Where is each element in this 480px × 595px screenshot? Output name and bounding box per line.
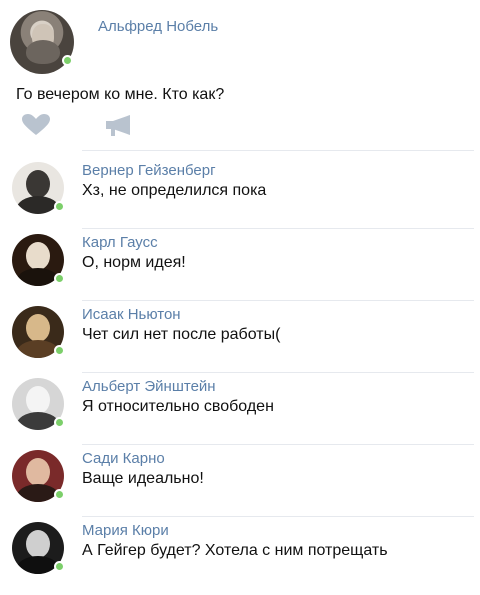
comment-item: Альберт Эйнштейн Я относительно свободен [0,372,480,445]
divider [82,150,474,151]
comment-item: Исаак Ньютон Чет сил нет после работы( [0,300,480,373]
comment-text: Хз, не определился пока [82,182,267,199]
comment-item: Мария Кюри А Гейгер будет? Хотела с ним … [0,516,480,588]
comment-text: О, норм идея! [82,254,186,271]
online-indicator [54,201,65,212]
post-text: Го вечером ко мне. Кто как? [16,86,225,103]
post: Альфред Нобель Го вечером ко мне. Кто ка… [0,0,480,151]
comment-text: А Гейгер будет? Хотела с ним потрещать [82,542,388,559]
post-author-name[interactable]: Альфред Нобель [98,18,218,35]
comment-item: Вернер Гейзенберг Хз, не определился пок… [0,156,480,229]
comment-item: Карл Гаусс О, норм идея! [0,228,480,301]
comment-author-name[interactable]: Вернер Гейзенберг [82,162,216,179]
comment-author-name[interactable]: Мария Кюри [82,522,169,539]
comment-author-name[interactable]: Исаак Ньютон [82,306,181,323]
comment-text: Ваще идеально! [82,470,204,487]
online-indicator [54,561,65,572]
comment-text: Чет сил нет после работы( [82,326,281,343]
online-indicator [54,273,65,284]
heart-icon[interactable] [22,114,50,141]
online-indicator [62,55,73,66]
comment-item: Сади Карно Ваще идеально! [0,444,480,517]
online-indicator [54,417,65,428]
comment-author-name[interactable]: Сади Карно [82,450,165,467]
megaphone-icon[interactable] [106,114,134,141]
comment-author-name[interactable]: Карл Гаусс [82,234,158,251]
comment-author-name[interactable]: Альберт Эйнштейн [82,378,216,395]
online-indicator [54,345,65,356]
comment-text: Я относительно свободен [82,398,274,415]
online-indicator [54,489,65,500]
